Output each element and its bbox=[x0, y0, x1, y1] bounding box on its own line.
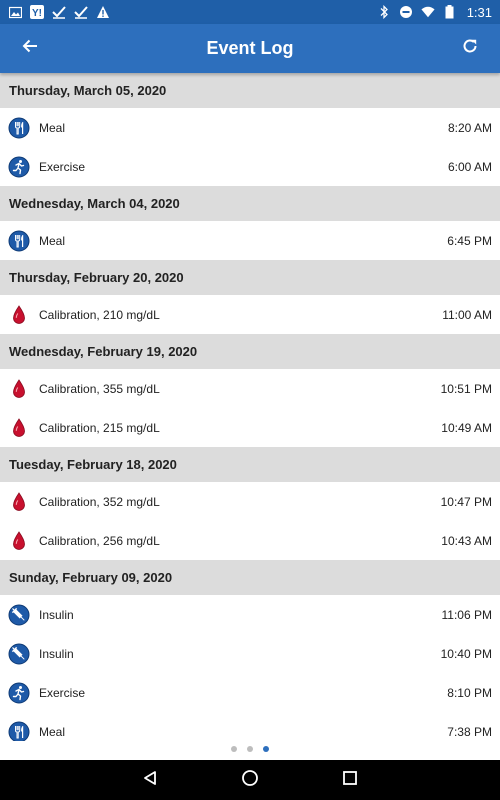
event-row[interactable]: Meal 8:20 AM bbox=[0, 108, 500, 147]
event-label: Calibration, 352 mg/dL bbox=[39, 494, 160, 509]
blood-drop-icon bbox=[8, 491, 30, 513]
battery-icon bbox=[443, 5, 457, 19]
event-time: 10:51 PM bbox=[440, 381, 492, 396]
event-row[interactable]: Meal 6:45 PM bbox=[0, 221, 500, 260]
date-header: Thursday, February 20, 2020 bbox=[0, 260, 500, 295]
back-button[interactable] bbox=[6, 24, 54, 73]
status-bar-left: Y! bbox=[8, 5, 110, 19]
bluetooth-icon bbox=[377, 5, 391, 19]
app-bar: Event Log bbox=[0, 24, 500, 73]
page-dot[interactable] bbox=[247, 746, 253, 752]
insulin-syringe-icon bbox=[8, 604, 30, 626]
event-label: Meal bbox=[39, 724, 66, 739]
blood-drop-icon bbox=[8, 417, 30, 439]
event-time: 7:38 PM bbox=[447, 724, 492, 739]
event-time: 11:06 PM bbox=[441, 607, 492, 622]
event-row[interactable]: Calibration, 355 mg/dL 10:51 PM bbox=[0, 369, 500, 408]
meal-fork-icon bbox=[8, 117, 30, 139]
warning-icon bbox=[96, 5, 110, 19]
meal-fork-icon bbox=[8, 230, 30, 252]
event-label: Calibration, 256 mg/dL bbox=[39, 533, 160, 548]
refresh-button[interactable] bbox=[446, 24, 494, 73]
page-dot-active[interactable] bbox=[263, 746, 269, 752]
date-header: Wednesday, March 04, 2020 bbox=[0, 186, 500, 221]
svg-text:Y!: Y! bbox=[32, 8, 42, 19]
event-row[interactable]: Exercise 6:00 AM bbox=[0, 147, 500, 186]
event-label: Meal bbox=[39, 120, 66, 135]
event-row[interactable]: Calibration, 256 mg/dL 10:43 AM bbox=[0, 521, 500, 560]
recents-square-icon bbox=[342, 770, 358, 791]
event-row[interactable]: Exercise 8:10 PM bbox=[0, 673, 500, 712]
event-label: Calibration, 210 mg/dL bbox=[39, 307, 160, 322]
yahoo-icon: Y! bbox=[30, 5, 44, 19]
refresh-icon bbox=[461, 37, 479, 60]
event-time: 11:00 AM bbox=[442, 307, 492, 322]
event-row[interactable]: Calibration, 352 mg/dL 10:47 PM bbox=[0, 482, 500, 521]
exercise-runner-icon bbox=[8, 682, 30, 704]
status-time: 1:31 bbox=[466, 4, 492, 20]
blood-drop-icon bbox=[8, 378, 30, 400]
arrow-back-icon bbox=[21, 37, 39, 60]
event-log-screen: Y! 1:31 Event Log Thursday, March 05, 20… bbox=[0, 0, 500, 800]
page-title: Event Log bbox=[206, 38, 294, 58]
image-icon bbox=[8, 5, 22, 19]
back-triangle-icon bbox=[142, 770, 158, 791]
event-row[interactable]: Calibration, 215 mg/dL 10:49 AM bbox=[0, 408, 500, 447]
do-not-disturb-icon bbox=[399, 5, 413, 19]
event-time: 10:40 PM bbox=[440, 646, 492, 661]
event-time: 10:47 PM bbox=[440, 494, 492, 509]
event-row[interactable]: Insulin 10:40 PM bbox=[0, 634, 500, 673]
exercise-runner-icon bbox=[8, 156, 30, 178]
event-label: Meal bbox=[39, 233, 66, 248]
event-row[interactable]: Calibration, 210 mg/dL 11:00 AM bbox=[0, 295, 500, 334]
event-time: 10:49 AM bbox=[441, 420, 492, 435]
event-time: 6:45 PM bbox=[447, 233, 492, 248]
status-bar: Y! 1:31 bbox=[0, 0, 500, 24]
blood-drop-icon bbox=[8, 304, 30, 326]
event-label: Exercise bbox=[39, 685, 86, 700]
event-time: 8:10 PM bbox=[447, 685, 492, 700]
nav-back-button[interactable] bbox=[130, 760, 170, 800]
event-row[interactable]: Meal 7:38 PM bbox=[0, 712, 500, 741]
event-label: Calibration, 215 mg/dL bbox=[39, 420, 160, 435]
date-header: Sunday, February 09, 2020 bbox=[0, 560, 500, 595]
page-dot[interactable] bbox=[231, 746, 237, 752]
event-label: Calibration, 355 mg/dL bbox=[39, 381, 160, 396]
event-label: Insulin bbox=[39, 646, 74, 661]
event-time: 6:00 AM bbox=[447, 159, 492, 174]
status-bar-right: 1:31 bbox=[377, 5, 492, 20]
system-nav-bar bbox=[0, 760, 500, 800]
nav-recents-button[interactable] bbox=[330, 760, 370, 800]
nav-home-button[interactable] bbox=[230, 760, 270, 800]
date-header: Thursday, March 05, 2020 bbox=[0, 73, 500, 108]
event-time: 10:43 AM bbox=[441, 533, 492, 548]
insulin-syringe-icon bbox=[8, 643, 30, 665]
event-log-list[interactable]: Thursday, March 05, 2020 Meal 8:20 AM Exerc… bbox=[0, 73, 500, 741]
blood-drop-icon bbox=[8, 530, 30, 552]
event-row[interactable]: Insulin 11:06 PM bbox=[0, 595, 500, 634]
wifi-icon bbox=[421, 5, 435, 19]
event-time: 8:20 AM bbox=[447, 120, 492, 135]
meal-fork-icon bbox=[8, 721, 30, 741]
home-circle-icon bbox=[241, 769, 259, 792]
date-header: Wednesday, February 19, 2020 bbox=[0, 334, 500, 369]
event-label: Exercise bbox=[39, 159, 86, 174]
check-icon bbox=[74, 5, 88, 19]
page-indicator bbox=[0, 743, 500, 755]
check-icon bbox=[52, 5, 66, 19]
event-label: Insulin bbox=[39, 607, 74, 622]
date-header: Tuesday, February 18, 2020 bbox=[0, 447, 500, 482]
